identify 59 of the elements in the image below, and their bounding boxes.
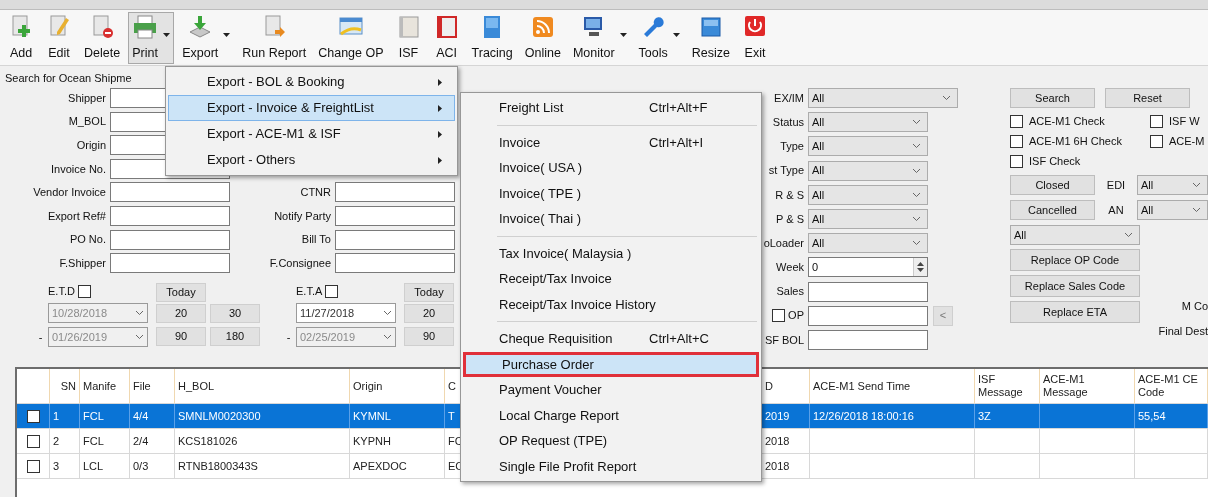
- field-label: F.Consignee: [268, 255, 332, 271]
- table-cell-text: 55,54: [1138, 408, 1166, 424]
- table-cell-text: 3: [53, 458, 60, 474]
- dash-text: -: [37, 329, 44, 345]
- table-cell-text: T: [448, 408, 455, 424]
- table-cell-text: KYMNL: [353, 408, 391, 424]
- field-label: R & S: [774, 187, 805, 203]
- table-cell-text: 3Z: [978, 408, 991, 424]
- field-label: Type: [779, 139, 805, 155]
- date-label: E.T.A: [296, 283, 323, 299]
- field-label: Week: [775, 260, 805, 276]
- table-cell-text: RTNB1800343S: [178, 458, 258, 474]
- table-cell-text: KCS181026: [178, 433, 238, 449]
- table-cell-text: KYPNH: [353, 433, 391, 449]
- table-cell-text: 4/4: [133, 408, 149, 424]
- table-cell-text: APEXDOC: [353, 458, 407, 474]
- field-label: AN: [1107, 202, 1125, 218]
- field-label: Export Ref#: [46, 208, 107, 224]
- checkbox-label: ISF Check: [1029, 153, 1081, 169]
- field-label: SF BOL: [763, 332, 805, 348]
- table-cell-text: LCL: [83, 458, 104, 474]
- field-label: PO No.: [68, 232, 107, 248]
- field-label: F.Shipper: [58, 255, 107, 271]
- field-label: Invoice No.: [49, 161, 107, 177]
- field-label: EDI: [1105, 177, 1127, 193]
- field-label: CTNR: [299, 185, 332, 201]
- field-label: Bill To: [300, 232, 332, 248]
- table-cell-text: 0/3: [133, 458, 149, 474]
- table-cell-text: 12/26/2018 18:00:16: [813, 408, 914, 424]
- table-cell-text: FCL: [83, 433, 104, 449]
- table-cell-text: 2018: [765, 458, 790, 474]
- checkbox-label: ACE-M: [1169, 133, 1205, 149]
- field-label: Sales: [775, 284, 805, 300]
- field-label: Final Dest: [1158, 323, 1208, 339]
- field-label: oLoader: [762, 235, 805, 251]
- search-title: Search for Ocean Shipme: [5, 71, 133, 86]
- table-cell-text: 1: [53, 408, 60, 424]
- checkbox-label: ISF W: [1169, 113, 1200, 129]
- table-cell-text: 2018: [765, 433, 790, 449]
- field-label: st Type: [767, 163, 805, 179]
- field-label: Status: [771, 114, 805, 130]
- checkbox-label: ACE-M1 6H Check: [1029, 133, 1122, 149]
- date-label: E.T.D: [48, 283, 75, 299]
- field-label: P & S: [775, 211, 805, 227]
- table-cell-text: 2019: [765, 408, 790, 424]
- table-cell-text: 2: [53, 433, 60, 449]
- field-label: M_BOL: [67, 114, 107, 130]
- field-label: Shipper: [67, 90, 107, 106]
- field-label: Vendor Invoice: [32, 185, 107, 201]
- field-label: Notify Party: [273, 208, 332, 224]
- table-cell-text: 2/4: [133, 433, 149, 449]
- field-label: Origin: [75, 137, 107, 153]
- field-label: EX/IM: [773, 90, 805, 106]
- field-label: OP: [788, 308, 804, 324]
- field-label: M Co: [1181, 299, 1208, 314]
- table-cell-text: SMNLM0020300: [178, 408, 261, 424]
- table-cell-text: FCL: [83, 408, 104, 424]
- checkbox-label: ACE-M1 Check: [1029, 113, 1105, 129]
- dash-text: -: [285, 329, 292, 345]
